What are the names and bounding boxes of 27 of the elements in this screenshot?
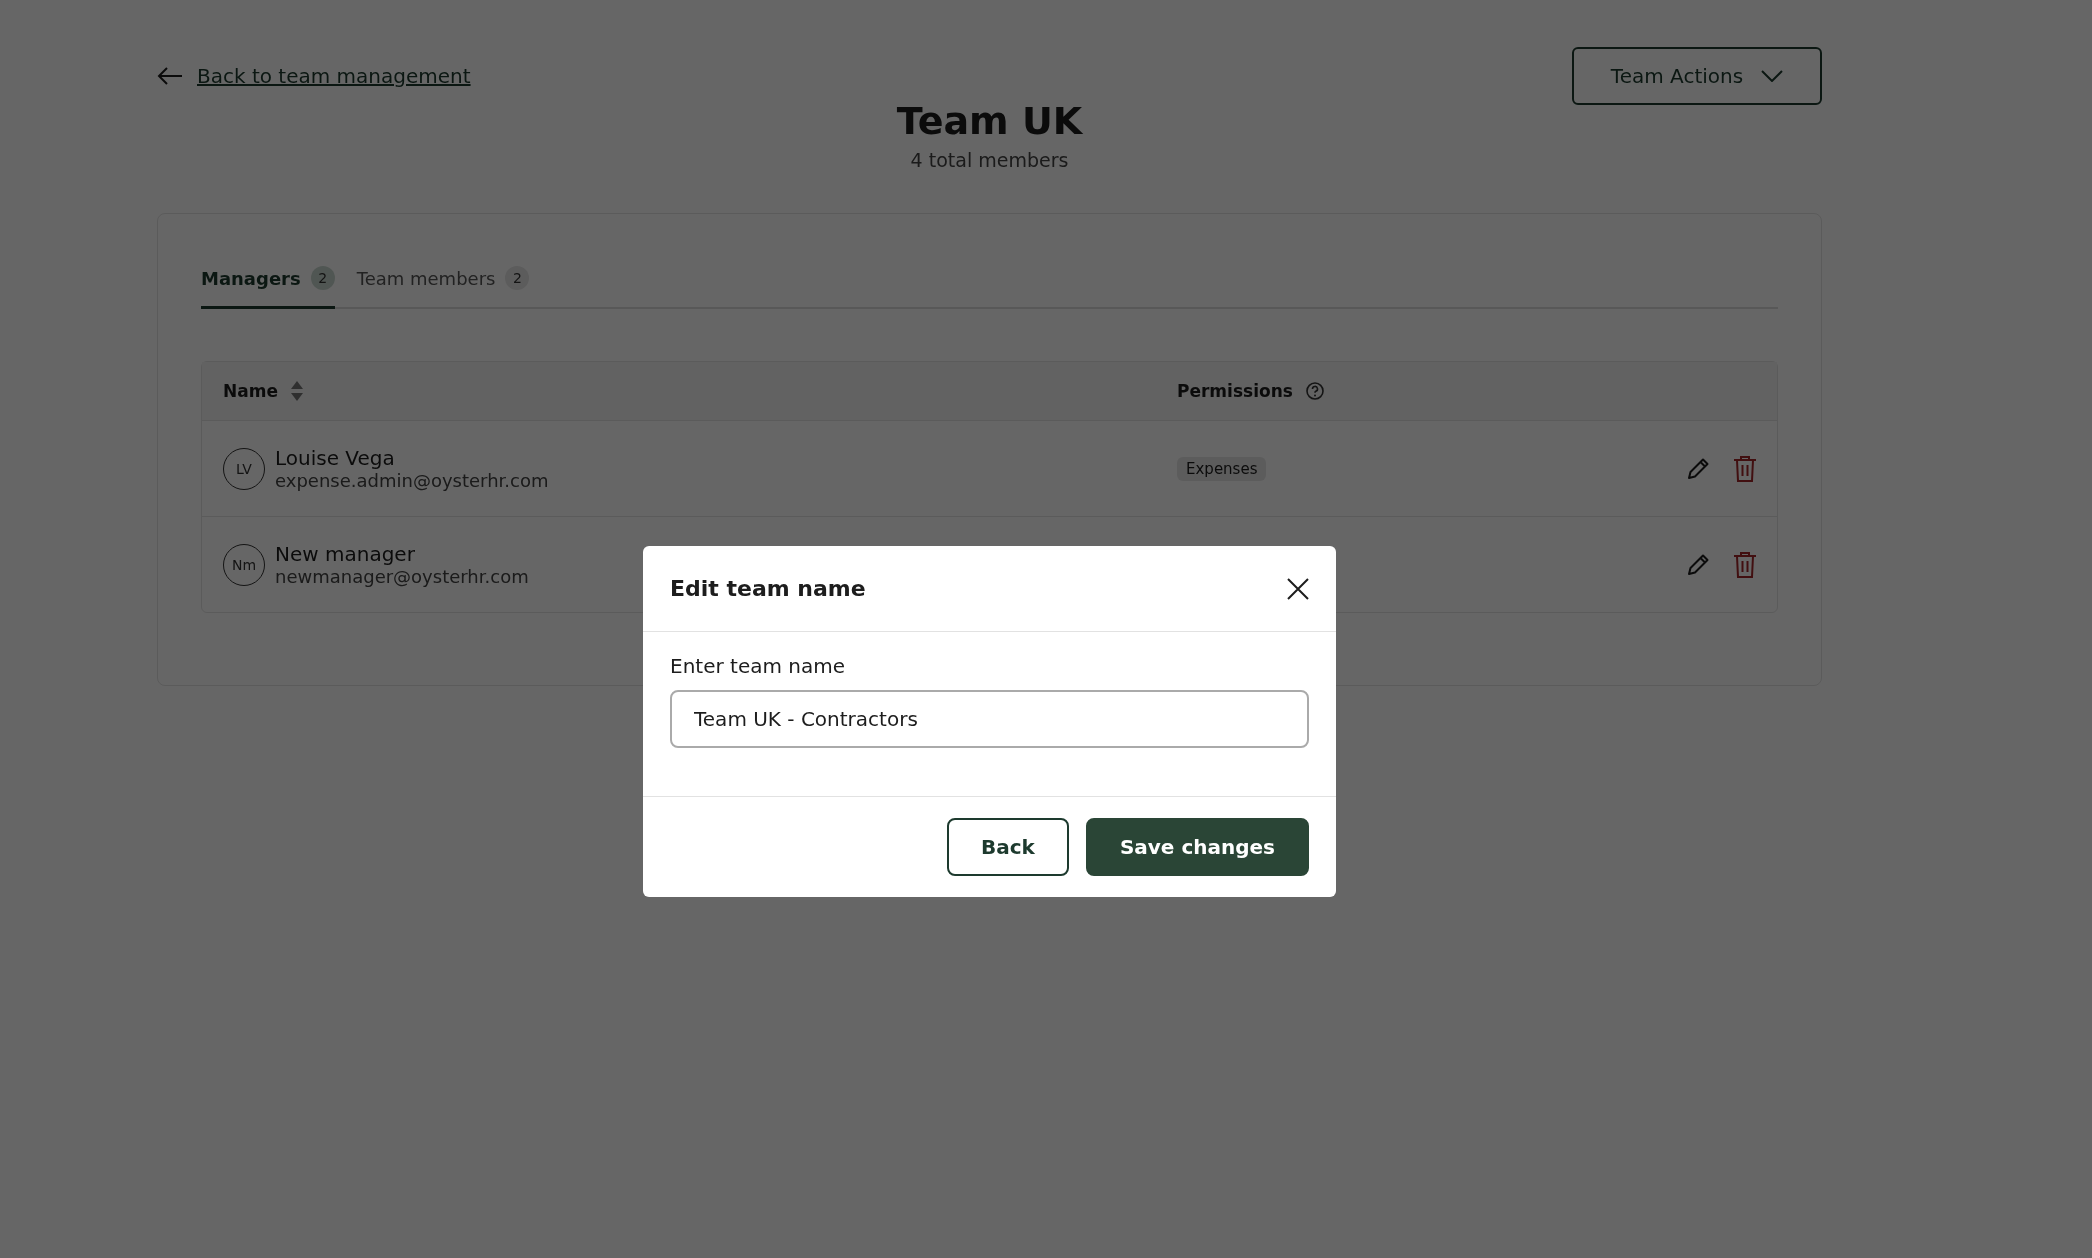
tab[interactable]: Managers 2 <box>201 258 335 309</box>
team-name-field[interactable]: Team UK - Contractors <box>670 690 1309 748</box>
back-button[interactable]: Back <box>947 818 1069 876</box>
permission-tag: Expenses <box>1177 456 1267 481</box>
column-header: Name <box>223 381 278 401</box>
person-name: Louise Vega <box>275 446 396 470</box>
page-title: Team UK <box>895 99 1084 143</box>
field-label: Enter team name <box>670 654 846 678</box>
dialog-title: Edit team name <box>670 576 866 601</box>
help-icon[interactable] <box>1304 381 1325 401</box>
back-link[interactable]: Back to team management <box>197 64 471 88</box>
save-button[interactable]: Save changes <box>1085 818 1309 876</box>
delete-icon[interactable] <box>1733 454 1757 483</box>
back-arrow-icon[interactable] <box>157 66 183 86</box>
count-badge: 2 <box>505 266 530 290</box>
delete-icon[interactable] <box>1733 550 1757 579</box>
close-icon[interactable] <box>1286 576 1310 601</box>
member-count: 4 total members <box>909 149 1070 171</box>
count-badge: 2 <box>310 266 335 290</box>
team-actions-button[interactable]: Team Actions <box>1572 47 1822 105</box>
chevron-down-icon <box>1761 70 1784 82</box>
person-email: expense.admin@oysterhr.com <box>275 470 549 491</box>
person-name: New manager <box>275 542 416 566</box>
person-email: newmanager@oysterhr.com <box>275 566 529 587</box>
sort-icon[interactable] <box>289 380 304 402</box>
column-header: Permissions <box>1177 381 1293 401</box>
tab[interactable]: Team members 2 <box>356 258 530 309</box>
